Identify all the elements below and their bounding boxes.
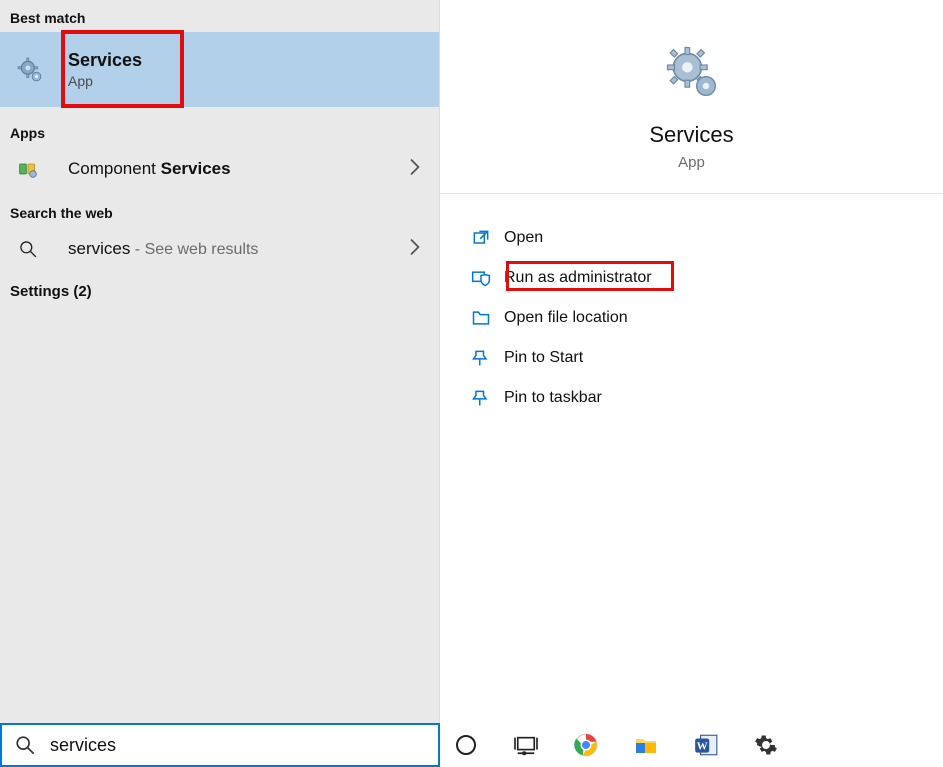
result-label: Component Services: [68, 159, 409, 179]
settings-gear-icon[interactable]: [748, 727, 784, 763]
action-label: Pin to Start: [504, 349, 583, 367]
chevron-right-icon: [409, 239, 421, 260]
taskbar-search-box[interactable]: [0, 723, 440, 767]
action-run-admin[interactable]: Run as administrator: [450, 258, 933, 298]
open-icon: [470, 227, 492, 249]
action-label: Run as administrator: [504, 269, 652, 287]
result-label: services - See web results: [68, 239, 409, 259]
action-pin-taskbar[interactable]: Pin to taskbar: [450, 378, 933, 418]
component-services-icon: [16, 157, 40, 181]
apps-header: Apps: [0, 107, 439, 147]
search-results-pane: Best match Services App: [0, 0, 440, 723]
action-open-location[interactable]: Open file location: [450, 298, 933, 338]
preview-pane: Services App Open: [440, 0, 943, 723]
taskbar-tray: W: [440, 723, 943, 767]
chevron-right-icon: [409, 159, 421, 180]
chrome-icon[interactable]: [568, 727, 604, 763]
action-label: Open: [504, 229, 543, 247]
search-icon: [14, 734, 36, 756]
services-gear-icon: [664, 44, 720, 100]
result-component-services[interactable]: Component Services: [0, 147, 439, 191]
preview-actions: Open Run as administrator: [440, 194, 943, 428]
action-label: Pin to taskbar: [504, 389, 602, 407]
folder-icon: [470, 307, 492, 329]
best-match-title: Services: [68, 50, 427, 71]
pin-icon: [470, 347, 492, 369]
action-pin-start[interactable]: Pin to Start: [450, 338, 933, 378]
best-match-text: Services App: [68, 50, 427, 89]
pin-icon: [470, 387, 492, 409]
web-header: Search the web: [0, 191, 439, 227]
action-label: Open file location: [504, 309, 628, 327]
best-match-subtitle: App: [68, 73, 427, 89]
file-explorer-icon[interactable]: [628, 727, 664, 763]
result-web-services[interactable]: services - See web results: [0, 227, 439, 271]
admin-shield-icon: [470, 267, 492, 289]
best-match-header: Best match: [0, 0, 439, 32]
services-gear-icon: [16, 56, 44, 84]
taskbar: W: [0, 723, 943, 767]
svg-text:W: W: [697, 740, 708, 752]
action-open[interactable]: Open: [450, 218, 933, 258]
search-input[interactable]: [50, 735, 426, 756]
preview-title: Services: [649, 122, 733, 148]
search-icon: [16, 237, 40, 261]
task-view-icon[interactable]: [508, 727, 544, 763]
preview-subtitle: App: [678, 154, 705, 171]
best-match-services[interactable]: Services App: [0, 32, 439, 107]
cortana-ring-icon[interactable]: [448, 727, 484, 763]
preview-header: Services App: [440, 0, 943, 194]
word-icon[interactable]: W: [688, 727, 724, 763]
settings-header[interactable]: Settings (2): [0, 271, 439, 312]
